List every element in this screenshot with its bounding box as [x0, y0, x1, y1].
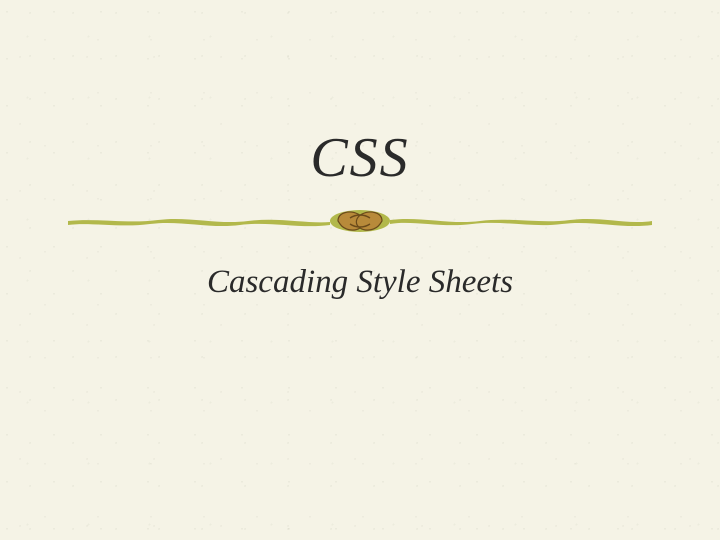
slide: CSS Cascading Style Sheets	[0, 0, 720, 540]
divider-icon	[68, 206, 652, 236]
decorative-divider	[68, 206, 652, 236]
slide-title: CSS	[0, 126, 720, 190]
slide-subtitle: Cascading Style Sheets	[0, 264, 720, 301]
